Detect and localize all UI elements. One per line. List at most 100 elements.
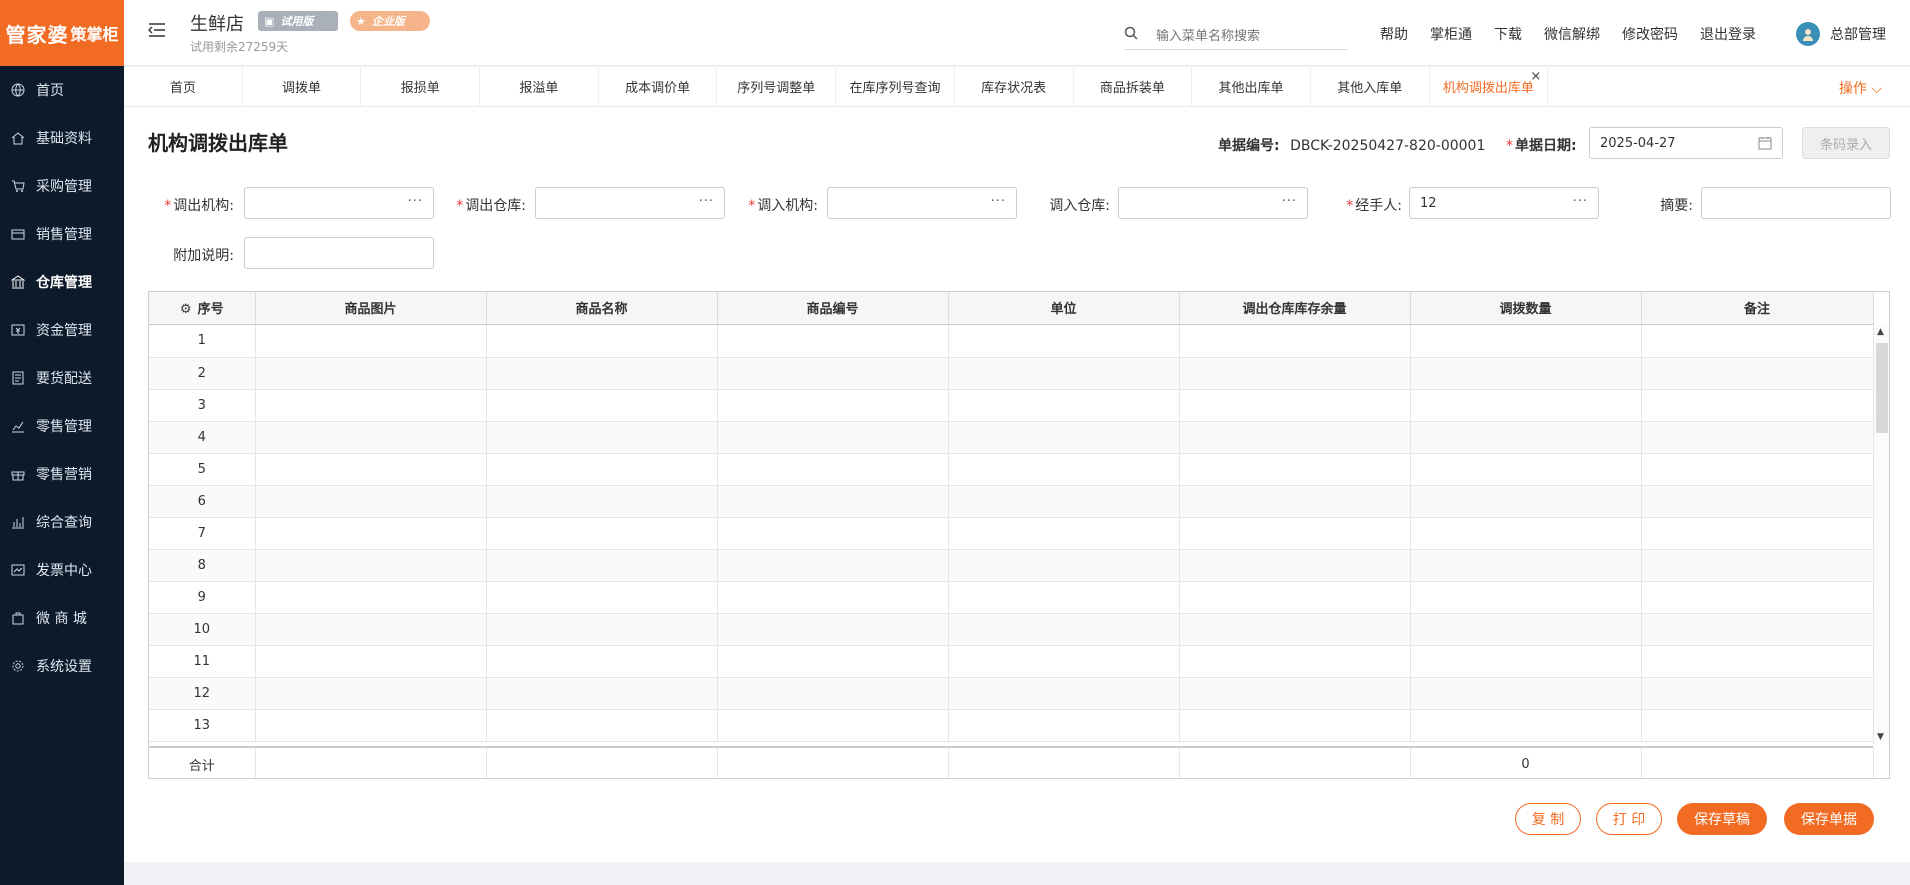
summary-field[interactable] [1701, 187, 1891, 219]
copy-button[interactable]: 复 制 [1515, 803, 1581, 835]
search-input[interactable] [1156, 29, 1336, 44]
more-icon[interactable]: ··· [699, 194, 714, 209]
handler-field[interactable]: 12 ··· [1409, 187, 1599, 219]
tab-4[interactable]: 成本调价单 [599, 67, 718, 106]
table-cell[interactable] [486, 453, 718, 486]
table-cell[interactable] [486, 581, 718, 614]
table-cell[interactable] [717, 581, 949, 614]
grid-scrollbar[interactable]: ▲ ▼ [1873, 325, 1889, 744]
col-qty[interactable]: 调拨数量 [1410, 292, 1642, 325]
doc-date-input[interactable]: 2025-04-27 [1589, 127, 1783, 159]
table-cell[interactable] [948, 517, 1180, 550]
table-cell[interactable] [1410, 421, 1642, 454]
table-cell[interactable] [255, 453, 487, 486]
table-cell[interactable] [717, 645, 949, 678]
table-cell[interactable] [486, 421, 718, 454]
table-cell[interactable] [486, 677, 718, 710]
table-cell[interactable] [717, 357, 949, 390]
tab-1[interactable]: 调拨单 [243, 67, 362, 106]
table-cell[interactable] [1641, 517, 1873, 550]
table-cell[interactable] [486, 485, 718, 518]
table-cell[interactable] [486, 645, 718, 678]
table-cell[interactable] [717, 389, 949, 422]
table-row[interactable]: 11 [149, 645, 1873, 678]
wechat-unbind-link[interactable]: 微信解绑 [1544, 24, 1600, 44]
table-cell[interactable] [1179, 517, 1411, 550]
table-cell[interactable] [1641, 709, 1873, 742]
table-cell[interactable] [486, 325, 718, 358]
sidebar-item-4[interactable]: 仓库管理 [0, 258, 124, 306]
menu-toggle-icon[interactable] [148, 22, 166, 42]
table-cell[interactable] [1179, 357, 1411, 390]
col-name[interactable]: 商品名称 [486, 292, 718, 325]
print-button[interactable]: 打 印 [1596, 803, 1662, 835]
table-cell[interactable] [1179, 389, 1411, 422]
tab-10[interactable]: 其他入库单 [1311, 67, 1430, 106]
table-cell[interactable] [948, 613, 1180, 646]
table-row[interactable]: 13 [149, 709, 1873, 742]
table-cell[interactable] [255, 485, 487, 518]
table-cell[interactable] [948, 677, 1180, 710]
table-cell[interactable] [255, 517, 487, 550]
sidebar-item-12[interactable]: 系统设置 [0, 642, 124, 690]
table-row[interactable]: 6 [149, 485, 1873, 518]
more-icon[interactable]: ··· [1282, 194, 1297, 209]
table-cell[interactable] [1410, 645, 1642, 678]
scroll-thumb[interactable] [1876, 343, 1888, 433]
table-cell[interactable] [255, 325, 487, 358]
table-cell[interactable] [1179, 677, 1411, 710]
table-cell[interactable] [1410, 677, 1642, 710]
table-cell[interactable] [1641, 485, 1873, 518]
sidebar-item-6[interactable]: 要货配送 [0, 354, 124, 402]
sidebar-item-8[interactable]: 零售营销 [0, 450, 124, 498]
tab-5[interactable]: 序列号调整单 [717, 67, 837, 106]
table-cell[interactable] [1179, 581, 1411, 614]
table-cell[interactable] [255, 389, 487, 422]
table-row[interactable]: 12 [149, 677, 1873, 710]
col-code[interactable]: 商品编号 [717, 292, 949, 325]
table-cell[interactable] [948, 709, 1180, 742]
table-cell[interactable] [486, 613, 718, 646]
table-cell[interactable] [717, 677, 949, 710]
table-cell[interactable] [1179, 549, 1411, 582]
change-password-link[interactable]: 修改密码 [1622, 24, 1678, 44]
table-cell[interactable] [717, 709, 949, 742]
save-draft-button[interactable]: 保存草稿 [1677, 803, 1767, 835]
table-cell[interactable] [1641, 325, 1873, 358]
table-cell[interactable] [255, 645, 487, 678]
table-cell[interactable] [948, 645, 1180, 678]
table-cell[interactable] [948, 357, 1180, 390]
table-cell[interactable] [1410, 325, 1642, 358]
menu-search[interactable] [1124, 24, 1348, 50]
table-cell[interactable] [1641, 677, 1873, 710]
table-cell[interactable] [948, 453, 1180, 486]
sidebar-item-9[interactable]: 综合查询 [0, 498, 124, 546]
table-cell[interactable] [1179, 453, 1411, 486]
table-cell[interactable] [948, 549, 1180, 582]
table-cell[interactable] [255, 613, 487, 646]
table-cell[interactable] [255, 709, 487, 742]
barcode-entry-button[interactable]: 条码录入 [1802, 127, 1890, 159]
user-menu[interactable]: 总部管理 [1796, 22, 1886, 46]
calendar-icon[interactable] [1758, 136, 1772, 154]
table-cell[interactable] [1641, 581, 1873, 614]
save-doc-button[interactable]: 保存单据 [1784, 803, 1874, 835]
tab-7[interactable]: 库存状况表 [955, 67, 1074, 106]
table-cell[interactable] [255, 549, 487, 582]
in-wh-field[interactable]: ··· [1118, 187, 1308, 219]
table-row[interactable]: 1 [149, 325, 1873, 358]
table-cell[interactable] [1641, 549, 1873, 582]
table-cell[interactable] [486, 389, 718, 422]
note-field[interactable] [244, 237, 434, 269]
col-image[interactable]: 商品图片 [255, 292, 487, 325]
table-row[interactable]: 10 [149, 613, 1873, 646]
tab-9[interactable]: 其他出库单 [1192, 67, 1311, 106]
col-seq[interactable]: ⚙ 序号 [149, 292, 256, 325]
table-cell[interactable] [948, 325, 1180, 358]
table-cell[interactable] [1410, 613, 1642, 646]
in-org-field[interactable]: ··· [827, 187, 1017, 219]
sidebar-item-7[interactable]: 零售管理 [0, 402, 124, 450]
table-cell[interactable] [255, 581, 487, 614]
scroll-down-icon[interactable]: ▼ [1877, 732, 1884, 742]
tab-2[interactable]: 报损单 [361, 67, 481, 106]
